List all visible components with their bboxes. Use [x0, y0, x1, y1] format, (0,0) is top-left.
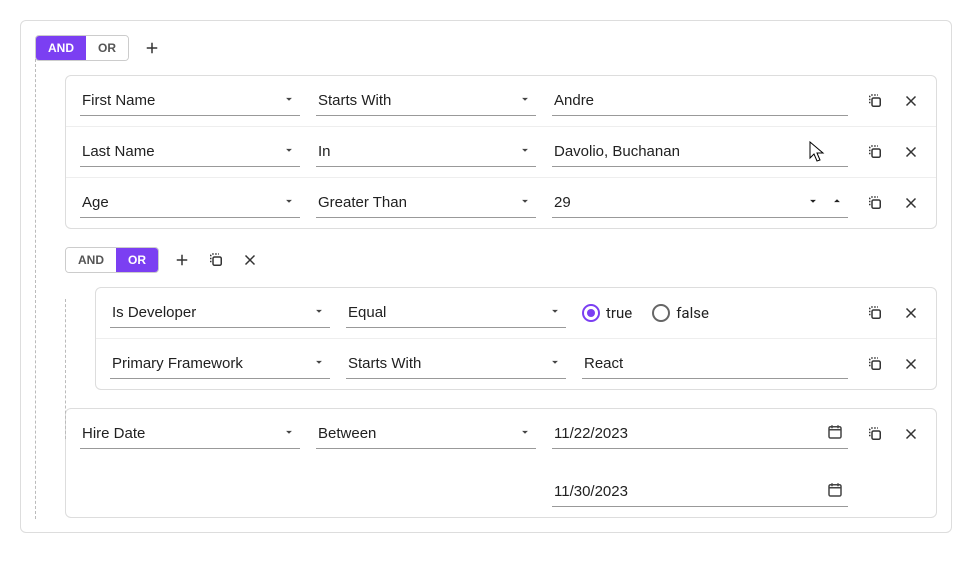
calendar-icon[interactable]	[826, 481, 844, 503]
copy-rule-button[interactable]	[864, 302, 886, 324]
operator-select-value	[316, 137, 536, 167]
rule-row	[66, 409, 936, 517]
date-to-field[interactable]	[552, 477, 848, 507]
value-radio-group: true false	[582, 300, 848, 326]
date-input-to[interactable]	[552, 477, 848, 507]
delete-rule-button[interactable]	[900, 423, 922, 445]
operator-select[interactable]	[316, 188, 536, 218]
date-from-field[interactable]	[552, 419, 848, 449]
delete-rule-button[interactable]	[900, 141, 922, 163]
tree-connector	[35, 59, 36, 519]
rule-actions	[864, 141, 922, 163]
operator-select[interactable]	[316, 419, 536, 449]
rule-row	[66, 127, 936, 178]
copy-rule-button[interactable]	[864, 141, 886, 163]
root-group-header: AND OR	[35, 35, 937, 61]
value-number-field[interactable]	[552, 188, 848, 218]
copy-rule-button[interactable]	[864, 90, 886, 112]
operator-select[interactable]	[346, 298, 566, 328]
tree-connector	[65, 299, 66, 439]
nested-conjunction-toggle: AND OR	[65, 247, 159, 273]
calendar-icon[interactable]	[826, 423, 844, 445]
spinner-down-icon[interactable]	[806, 194, 820, 212]
field-select-value	[80, 86, 300, 116]
date-input-from[interactable]	[552, 419, 848, 449]
field-select[interactable]	[80, 86, 300, 116]
rule-actions	[864, 419, 922, 445]
rule-actions	[864, 90, 922, 112]
operator-select-value	[316, 188, 536, 218]
root-add-button[interactable]	[141, 37, 163, 59]
root-rules-container	[65, 75, 937, 229]
delete-group-button[interactable]	[239, 249, 261, 271]
value-date-range	[552, 419, 848, 507]
date-rule-container	[65, 408, 937, 518]
radio-unchecked-icon	[652, 304, 670, 322]
radio-checked-icon	[582, 304, 600, 322]
nested-add-button[interactable]	[171, 249, 193, 271]
root-and-button[interactable]: AND	[36, 36, 86, 60]
field-select[interactable]	[80, 137, 300, 167]
copy-rule-button[interactable]	[864, 423, 886, 445]
nested-or-button[interactable]: OR	[116, 248, 158, 272]
radio-false[interactable]: false	[652, 304, 709, 322]
delete-rule-button[interactable]	[900, 192, 922, 214]
field-select[interactable]	[80, 188, 300, 218]
rule-row	[96, 339, 936, 389]
operator-select-value	[316, 419, 536, 449]
field-select[interactable]	[110, 349, 330, 379]
operator-select-value	[346, 298, 566, 328]
mouse-cursor-icon	[809, 141, 825, 163]
field-select-value	[80, 137, 300, 167]
field-select-value	[80, 419, 300, 449]
nested-group: AND OR	[65, 247, 937, 390]
value-number-input[interactable]	[552, 188, 848, 218]
number-spinner	[806, 194, 844, 212]
rule-actions	[864, 353, 922, 375]
value-text-input[interactable]	[552, 137, 848, 167]
field-select-value	[80, 188, 300, 218]
operator-select[interactable]	[316, 86, 536, 116]
operator-select-value	[346, 349, 566, 379]
value-text-input[interactable]	[552, 86, 848, 116]
query-builder-panel: AND OR	[20, 20, 952, 533]
delete-rule-button[interactable]	[900, 353, 922, 375]
rule-row	[66, 76, 936, 127]
radio-true-label: true	[606, 304, 632, 322]
radio-true[interactable]: true	[582, 304, 632, 322]
field-select-value	[110, 349, 330, 379]
value-input[interactable]	[582, 349, 848, 379]
rule-actions	[864, 192, 922, 214]
radio-false-label: false	[676, 304, 709, 322]
delete-rule-button[interactable]	[900, 90, 922, 112]
operator-select-value	[316, 86, 536, 116]
delete-rule-button[interactable]	[900, 302, 922, 324]
spinner-up-icon[interactable]	[830, 194, 844, 212]
operator-select[interactable]	[346, 349, 566, 379]
copy-rule-button[interactable]	[864, 353, 886, 375]
nested-rules-container: true false	[95, 287, 937, 390]
nested-group-header: AND OR	[65, 247, 937, 273]
field-select-value	[110, 298, 330, 328]
copy-group-button[interactable]	[205, 249, 227, 271]
operator-select[interactable]	[316, 137, 536, 167]
field-select[interactable]	[110, 298, 330, 328]
field-select[interactable]	[80, 419, 300, 449]
rule-row	[66, 178, 936, 228]
copy-rule-button[interactable]	[864, 192, 886, 214]
value-text-input[interactable]	[582, 349, 848, 379]
nested-and-button[interactable]: AND	[66, 248, 116, 272]
value-input[interactable]	[552, 86, 848, 116]
value-input[interactable]	[552, 137, 848, 167]
rule-actions	[864, 302, 922, 324]
rule-row: true false	[96, 288, 936, 339]
root-conjunction-toggle: AND OR	[35, 35, 129, 61]
root-or-button[interactable]: OR	[86, 36, 128, 60]
